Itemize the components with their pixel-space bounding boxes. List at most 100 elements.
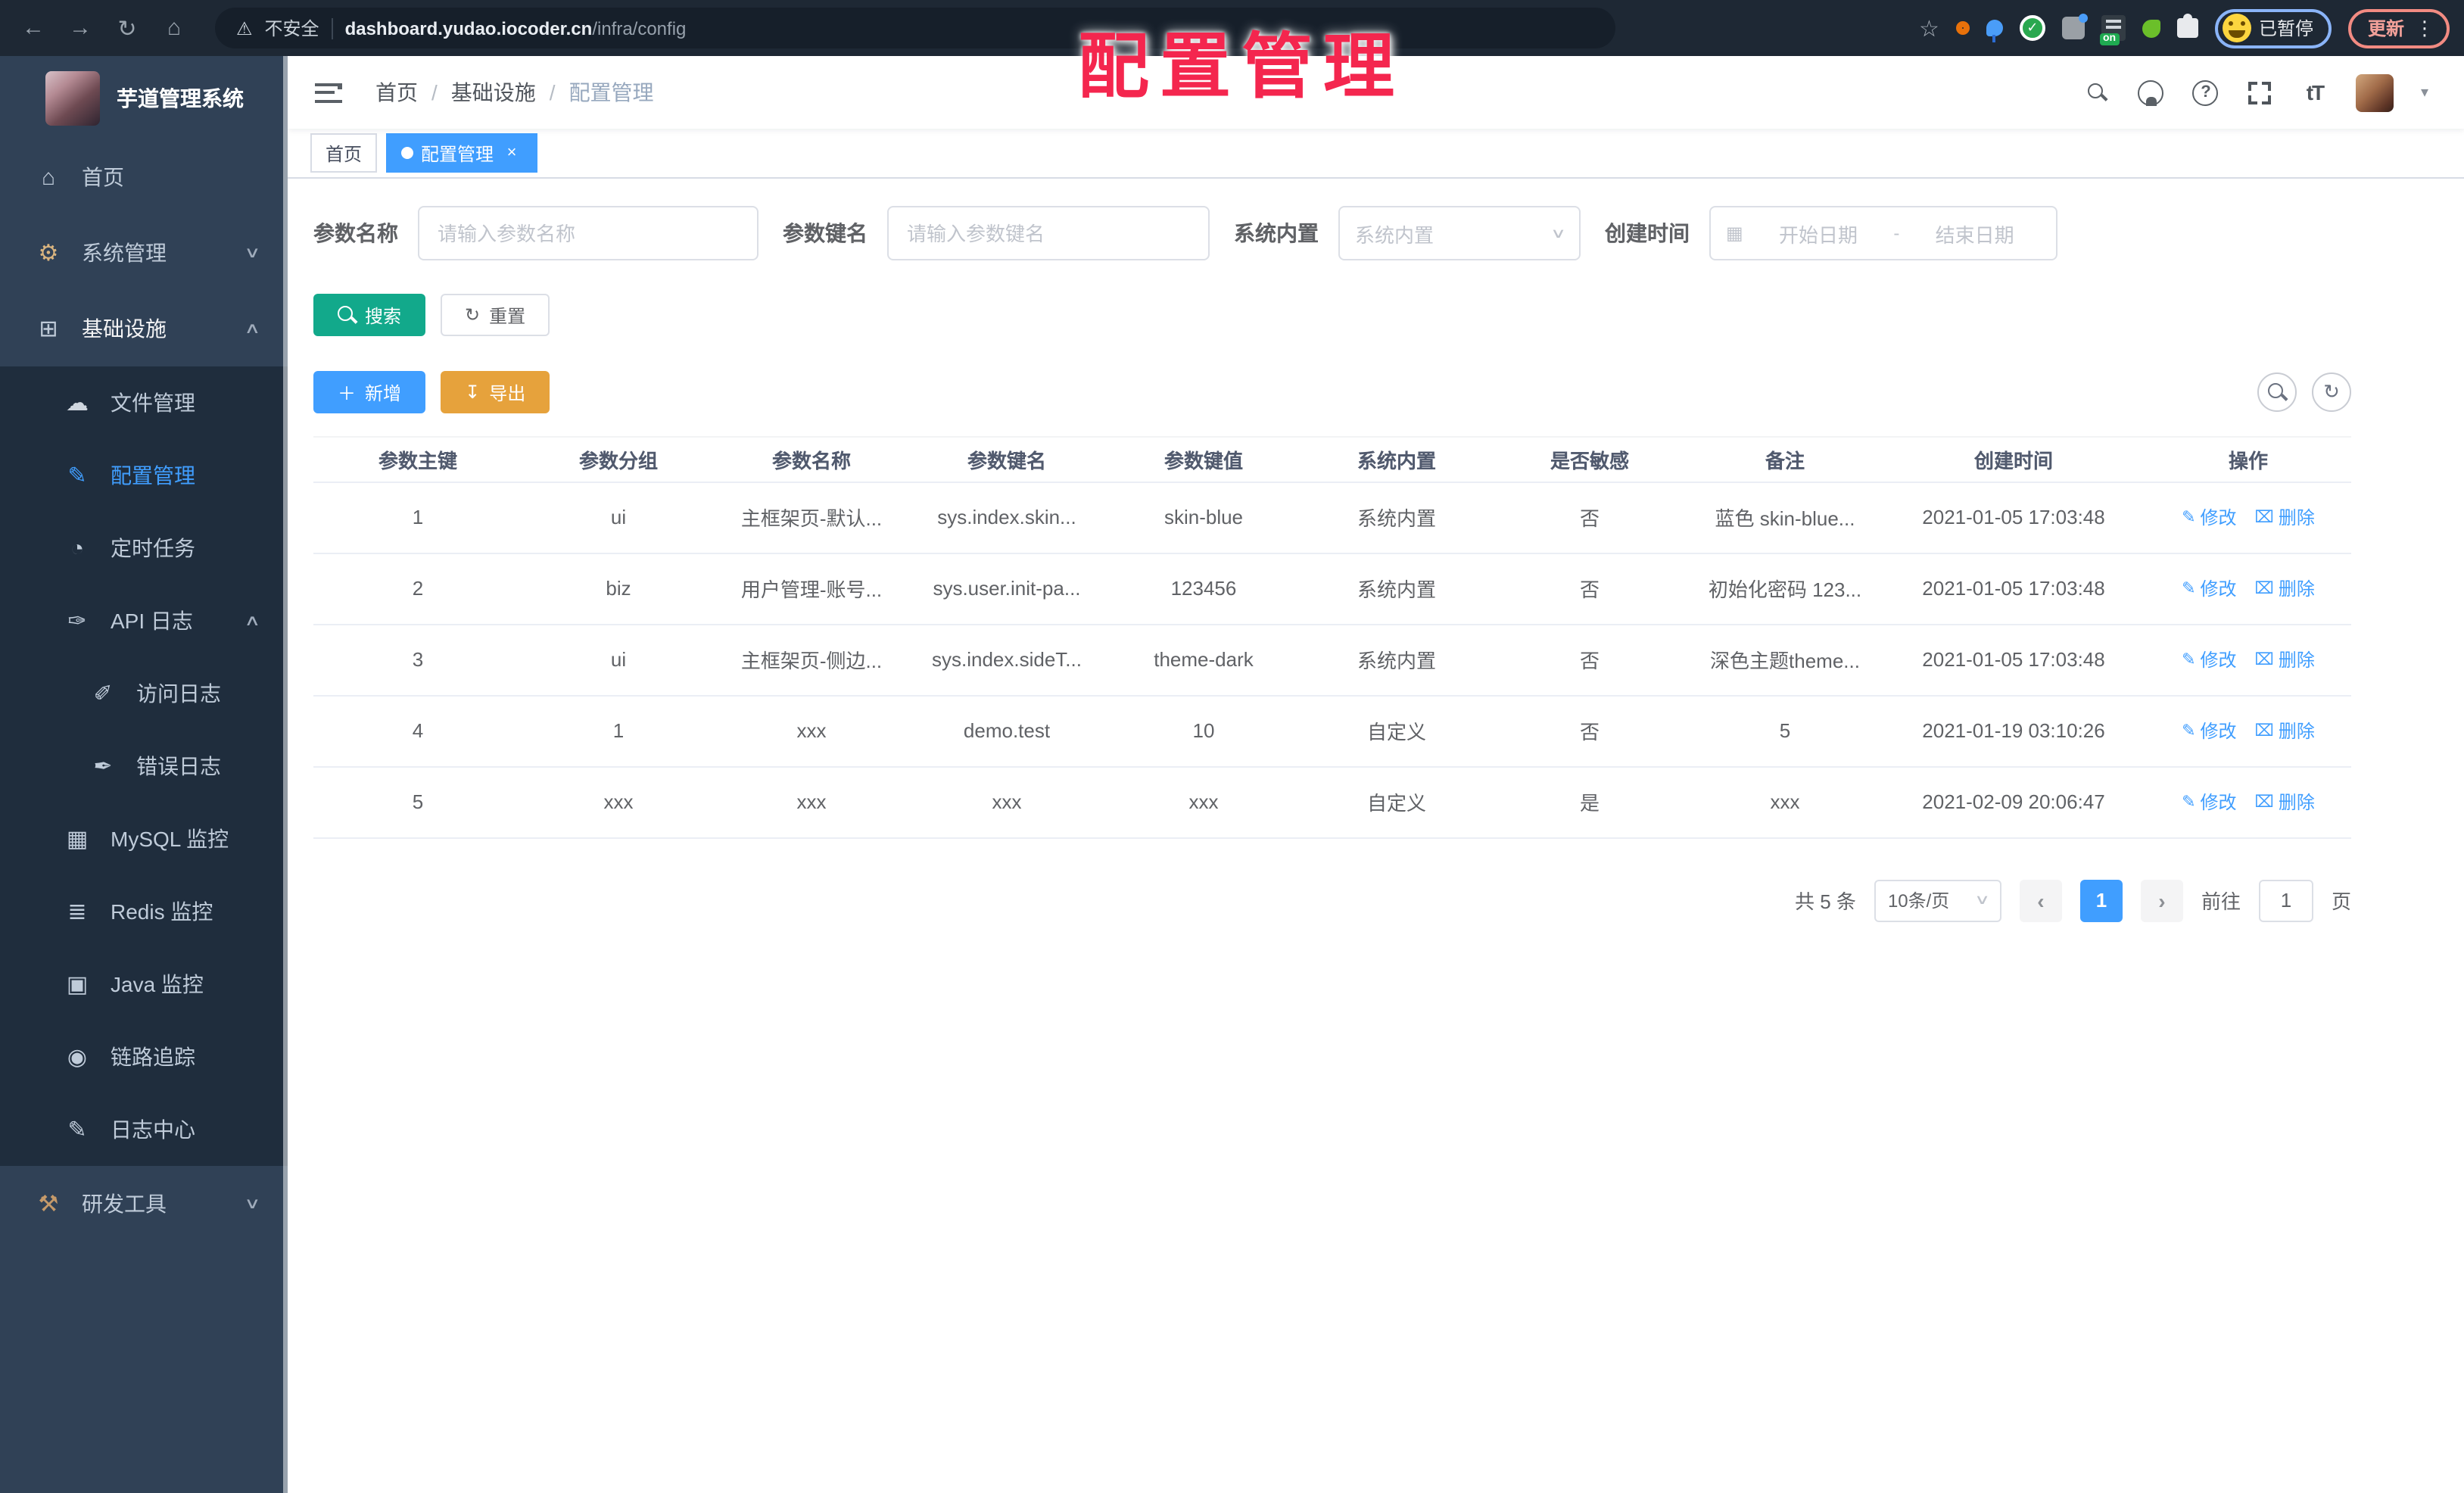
breadcrumb-separator: / xyxy=(431,80,438,104)
search-button[interactable]: 搜索 xyxy=(313,294,426,336)
sidebar-item-mysql[interactable]: ▦ MySQL 监控 xyxy=(0,803,288,875)
sidebar-item-trace[interactable]: ◉ 链路追踪 xyxy=(0,1021,288,1093)
extensions-puzzle-icon[interactable] xyxy=(2176,14,2198,38)
sidebar-item-config[interactable]: ✎ 配置管理 xyxy=(0,439,288,512)
current-page-button[interactable]: 1 xyxy=(2079,879,2123,921)
sidebar-item-redis[interactable]: ≣ Redis 监控 xyxy=(0,875,288,948)
extension-green-icon[interactable]: ✓ xyxy=(2019,15,2045,41)
browser-menu-icon[interactable]: ⋮ xyxy=(2415,16,2434,40)
next-page-button[interactable]: › xyxy=(2140,879,2183,921)
close-icon[interactable]: × xyxy=(501,142,522,164)
bookmark-star-icon[interactable]: ☆ xyxy=(1919,14,1939,42)
goto-page-input[interactable] xyxy=(2258,879,2313,921)
cell: 初始化密码 123... xyxy=(1688,553,1882,625)
reload-icon[interactable]: ↻ xyxy=(109,8,145,48)
extension-on-icon[interactable]: on xyxy=(2099,15,2126,45)
delete-link[interactable]: ⌧ 删除 xyxy=(2255,647,2315,672)
cell: 自定义 xyxy=(1302,695,1491,767)
delete-link[interactable]: ⌧ 删除 xyxy=(2255,504,2315,530)
extension-orange-icon[interactable] xyxy=(1955,21,1970,35)
param-key-input[interactable] xyxy=(887,206,1210,260)
edit-link[interactable]: ✎ 修改 xyxy=(2182,504,2236,530)
redis-icon: ≣ xyxy=(67,899,87,925)
add-button[interactable]: ＋ 新增 xyxy=(313,371,426,413)
tab-home[interactable]: 首页 xyxy=(310,133,378,173)
logcenter-icon: ✎ xyxy=(67,1117,87,1143)
sidebar-item-label: 配置管理 xyxy=(111,463,195,488)
back-icon[interactable]: ← xyxy=(15,8,51,48)
sidebar-item-home[interactable]: ⌂ 首页 xyxy=(0,139,288,215)
help-icon[interactable]: ? xyxy=(2192,77,2219,108)
fullscreen-icon[interactable] xyxy=(2247,77,2274,108)
home-icon[interactable]: ⌂ xyxy=(156,8,192,48)
delete-link[interactable]: ⌧ 删除 xyxy=(2255,789,2315,815)
browser-update-chip[interactable]: 更新 ⋮ xyxy=(2347,8,2450,48)
edit-link[interactable]: ✎ 修改 xyxy=(2182,647,2236,672)
cell: demo.test xyxy=(908,695,1105,767)
api-icon: ✑ xyxy=(67,609,87,634)
sidebar-item-label: MySQL 监控 xyxy=(111,827,229,851)
sidebar-item-job[interactable]: ◔ 定时任务 xyxy=(0,512,288,584)
sidebar-item-infra[interactable]: ⊞ 基础设施 ∧ xyxy=(0,291,288,366)
sidebar-item-java[interactable]: ▣ Java 监控 xyxy=(0,948,288,1021)
text-size-icon[interactable]: tT xyxy=(2301,77,2328,108)
github-icon[interactable] xyxy=(2138,77,2165,108)
app-logo-row[interactable]: 芋道管理系统 xyxy=(0,56,288,139)
prev-page-button[interactable]: ‹ xyxy=(2019,879,2062,921)
row-actions: ✎ 修改 ⌧ 删除 xyxy=(2145,624,2351,696)
address-bar[interactable]: ⚠ 不安全 dashboard.yudao.iocoder.cn/infra/c… xyxy=(215,8,1615,48)
cell: 123456 xyxy=(1105,553,1302,625)
refresh-button[interactable]: ↻ xyxy=(2312,372,2351,412)
export-button[interactable]: ↧ 导出 xyxy=(441,371,550,413)
edit-link[interactable]: ✎ 修改 xyxy=(2182,575,2236,601)
sidebar-item-label: Java 监控 xyxy=(111,972,204,996)
builtin-label: 系统内置 xyxy=(1234,221,1319,245)
reset-button[interactable]: ↻ 重置 xyxy=(441,294,550,336)
delete-link[interactable]: ⌧ 删除 xyxy=(2255,718,2315,743)
search-icon[interactable] xyxy=(2083,77,2110,108)
browser-profile-chip[interactable]: 已暂停 xyxy=(2214,8,2332,48)
page-size-select[interactable]: 10条/页 ∨ xyxy=(1874,879,2001,921)
extension-pin-icon[interactable] xyxy=(1986,20,2003,42)
sidebar-item-error-log[interactable]: ✒ 错误日志 xyxy=(0,730,288,803)
toggle-search-button[interactable] xyxy=(2257,372,2297,412)
sidebar-item-system[interactable]: ⚙ 系统管理 ∨ xyxy=(0,215,288,291)
sidebar-item-log-center[interactable]: ✎ 日志中心 xyxy=(0,1093,288,1166)
hamburger-icon[interactable] xyxy=(315,83,342,102)
breadcrumb-home[interactable]: 首页 xyxy=(375,77,418,108)
search-button-icon xyxy=(338,306,356,324)
tab-home-label: 首页 xyxy=(326,143,363,164)
cell: 自定义 xyxy=(1302,766,1491,838)
tab-config-label: 配置管理 xyxy=(421,143,494,164)
chevron-down-icon: ∨ xyxy=(1550,225,1567,240)
forward-icon[interactable]: → xyxy=(62,8,98,48)
edit-icon: ✎ xyxy=(2182,722,2196,740)
filter-builtin: 系统内置 系统内置 ∨ xyxy=(1234,206,1581,260)
param-key-label: 参数键名 xyxy=(783,221,868,245)
param-name-input[interactable] xyxy=(418,206,759,260)
cell: biz xyxy=(522,553,715,625)
avatar-dropdown-caret-icon[interactable]: ▾ xyxy=(2421,84,2428,101)
date-range-picker[interactable]: ▦ 开始日期 - 结束日期 xyxy=(1709,206,2057,260)
sidebar-item-dev-tools[interactable]: ⚒ 研发工具 ∨ xyxy=(0,1166,288,1242)
edit-link[interactable]: ✎ 修改 xyxy=(2182,718,2236,743)
sidebar-item-file[interactable]: ☁ 文件管理 xyxy=(0,366,288,439)
cell: 主框架页-侧边... xyxy=(715,624,908,696)
cell: xxx xyxy=(715,766,908,838)
extension-leaf-icon[interactable] xyxy=(2142,19,2160,37)
extension-grid-icon[interactable] xyxy=(2061,14,2088,39)
edit-link[interactable]: ✎ 修改 xyxy=(2182,789,2236,815)
tab-config[interactable]: 配置管理 × xyxy=(386,133,538,173)
sidebar-item-label: Redis 监控 xyxy=(111,899,213,924)
cloud-icon: ☁ xyxy=(66,391,89,416)
sidebar-item-api-log[interactable]: ✑ API 日志 ∧ xyxy=(0,584,288,657)
builtin-select[interactable]: 系统内置 ∨ xyxy=(1338,206,1581,260)
sidebar-item-access-log[interactable]: ✐ 访问日志 xyxy=(0,657,288,730)
access-icon: ✐ xyxy=(93,681,113,707)
delete-link[interactable]: ⌧ 删除 xyxy=(2255,575,2315,601)
sidebar-scrollbar[interactable] xyxy=(283,56,288,1493)
url-text: dashboard.yudao.iocoder.cn/infra/config xyxy=(345,17,687,39)
user-avatar[interactable] xyxy=(2355,73,2394,111)
breadcrumb-infra[interactable]: 基础设施 xyxy=(451,77,536,108)
table-row: 3 ui 主框架页-侧边... sys.index.sideT... theme-dar… xyxy=(313,624,2351,696)
